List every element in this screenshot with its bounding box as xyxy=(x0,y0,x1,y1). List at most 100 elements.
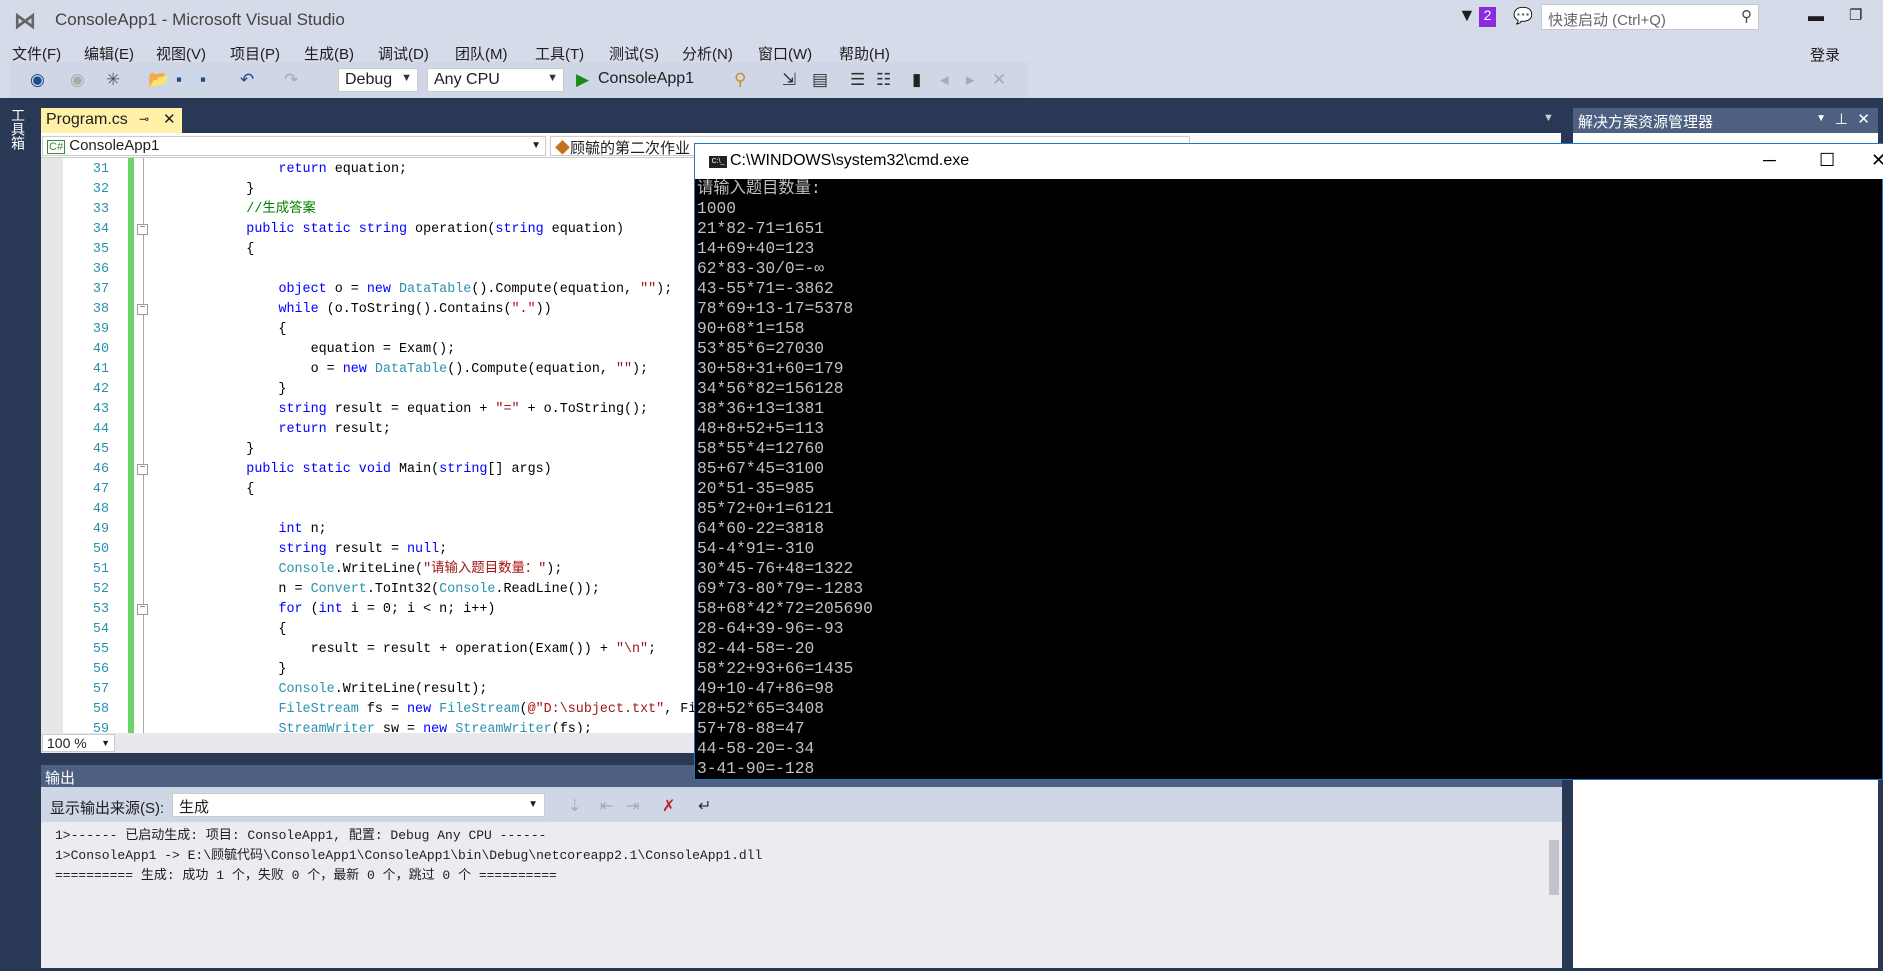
comment-icon[interactable]: ☰ xyxy=(850,70,865,90)
cmd-minimize-button[interactable]: ─ xyxy=(1763,150,1776,171)
code-line[interactable]: 39 { xyxy=(41,320,701,340)
code-line[interactable]: 44 return result; xyxy=(41,420,701,440)
menu-view[interactable]: 视图(V) xyxy=(156,43,206,64)
code-line[interactable]: 55 result = result + operation(Exam()) +… xyxy=(41,640,701,660)
pin-icon[interactable]: ⊸ xyxy=(139,112,149,126)
code-line[interactable]: 53 − for (int i = 0; i < n; i++) xyxy=(41,600,701,620)
code-line[interactable]: 35 { xyxy=(41,240,701,260)
cmd-title-bar[interactable]: C:\_ C:\WINDOWS\system32\cmd.exe ─ ☐ ✕ xyxy=(695,144,1883,179)
menu-window[interactable]: 窗口(W) xyxy=(758,43,812,64)
collapse-icon[interactable]: − xyxy=(137,224,148,235)
collapse-icon[interactable]: − xyxy=(137,604,148,615)
cmd-close-button[interactable]: ✕ xyxy=(1871,150,1883,171)
cmd-maximize-button[interactable]: ☐ xyxy=(1819,150,1835,171)
cmd-console-output[interactable]: 请输入题目数量: 1000 21*82-71=1651 14+69+40=123 62*… xyxy=(695,179,1883,780)
menu-tools[interactable]: 工具(T) xyxy=(535,43,584,64)
back-icon[interactable]: ◉ xyxy=(30,70,45,90)
menu-team[interactable]: 团队(M) xyxy=(455,43,508,64)
redo-icon[interactable]: ↷ xyxy=(284,70,298,90)
feedback-icon[interactable]: 💬 xyxy=(1513,6,1533,26)
cmd-window[interactable]: C:\_ C:\WINDOWS\system32\cmd.exe ─ ☐ ✕ 请… xyxy=(694,143,1883,780)
notification-flag-icon[interactable]: ▼ xyxy=(1458,5,1476,26)
uncomment-icon[interactable]: ☷ xyxy=(876,70,891,90)
code-line[interactable]: 45 } xyxy=(41,440,701,460)
next-bookmark-icon[interactable]: ▸ xyxy=(966,70,975,90)
code-line[interactable]: 49 int n; xyxy=(41,520,701,540)
save-icon[interactable]: ▪ xyxy=(176,70,182,90)
code-token: "\n" xyxy=(615,642,649,657)
menu-help[interactable]: 帮助(H) xyxy=(839,43,890,64)
code-line[interactable]: 52 n = Convert.ToInt32(Console.ReadLine(… xyxy=(41,580,701,600)
menu-analyze[interactable]: 分析(N) xyxy=(682,43,733,64)
next-message-icon[interactable]: ⇥ xyxy=(626,796,639,816)
undo-icon[interactable]: ↶ xyxy=(240,70,254,90)
code-line[interactable]: 43 string result = equation + "=" + o.To… xyxy=(41,400,701,420)
clear-all-icon[interactable]: ✗ xyxy=(662,796,675,816)
code-line[interactable]: 33 //生成答案 xyxy=(41,200,701,220)
code-line[interactable]: 50 string result = null; xyxy=(41,540,701,560)
menu-debug[interactable]: 调试(D) xyxy=(378,43,429,64)
start-button[interactable]: ConsoleApp1 xyxy=(598,70,694,88)
layout-icon[interactable]: ▤ xyxy=(812,70,828,90)
code-line[interactable]: 42 } xyxy=(41,380,701,400)
collapse-icon[interactable]: − xyxy=(137,464,148,475)
close-icon[interactable]: ✕ xyxy=(1857,110,1870,128)
word-wrap-icon[interactable]: ↵ xyxy=(698,796,711,816)
project-dropdown[interactable]: C# ConsoleApp1 ▼ xyxy=(42,136,546,156)
configuration-dropdown[interactable]: Debug ▼ xyxy=(338,68,418,92)
find-in-files-icon[interactable]: ⚲ xyxy=(734,70,746,90)
sign-in-link[interactable]: 登录 xyxy=(1810,44,1840,65)
code-line[interactable]: 54 { xyxy=(41,620,701,640)
code-line[interactable]: 58 FileStream fs = new FileStream(@"D:\s… xyxy=(41,700,701,720)
close-icon[interactable]: ✕ xyxy=(163,110,176,128)
code-line[interactable]: 47 { xyxy=(41,480,701,500)
open-file-icon[interactable]: 📂 xyxy=(148,70,169,90)
output-source-dropdown[interactable]: 生成 ▼ xyxy=(172,793,545,817)
code-text: string result = null; xyxy=(182,540,447,560)
code-line[interactable]: 37 object o = new DataTable().Compute(eq… xyxy=(41,280,701,300)
prev-bookmark-icon[interactable]: ◂ xyxy=(940,70,949,90)
code-line[interactable]: 59 StreamWriter sw = new StreamWriter(fs… xyxy=(41,720,701,733)
menu-project[interactable]: 项目(P) xyxy=(230,43,280,64)
output-text-area[interactable]: 1>------ 已启动生成: 项目: ConsoleApp1, 配置: Deb… xyxy=(41,822,1562,968)
bookmark-icon[interactable]: ▮ xyxy=(912,70,921,90)
code-line[interactable]: 40 equation = Exam(); xyxy=(41,340,701,360)
code-line[interactable]: 41 o = new DataTable().Compute(equation,… xyxy=(41,360,701,380)
tab-program-cs[interactable]: Program.cs ⊸ ✕ xyxy=(41,108,182,133)
clear-bookmarks-icon[interactable]: ✕ xyxy=(992,70,1006,90)
code-line[interactable]: 51 Console.WriteLine("请输入题目数量："); xyxy=(41,560,701,580)
menu-file[interactable]: 文件(F) xyxy=(12,43,61,64)
code-area[interactable]: 31 return equation; 32 } 33 //生成答案 34− publ… xyxy=(41,158,701,733)
platform-dropdown[interactable]: Any CPU ▼ xyxy=(427,68,564,92)
code-line[interactable]: 34 − public static string operation(strin… xyxy=(41,220,701,240)
step-icon[interactable]: ⇲ xyxy=(782,70,796,90)
code-line[interactable]: 46 − public static void Main(string[] arg… xyxy=(41,460,701,480)
find-message-icon[interactable]: ⇣ xyxy=(568,796,581,816)
start-icon[interactable]: ▶ xyxy=(576,70,589,90)
menu-test[interactable]: 测试(S) xyxy=(609,43,659,64)
minimize-button[interactable]: ▬ xyxy=(1808,8,1824,26)
code-line[interactable]: 38 − while (o.ToString().Contains(".")) xyxy=(41,300,701,320)
tab-list-dropdown-icon[interactable]: ▼ xyxy=(1543,112,1554,124)
zoom-dropdown[interactable]: 100 % ▼ xyxy=(42,734,115,752)
restore-button[interactable]: ❐ xyxy=(1849,6,1862,24)
chevron-down-icon[interactable]: ▼ xyxy=(1816,113,1826,124)
code-line[interactable]: 32 } xyxy=(41,180,701,200)
forward-icon[interactable]: ◉ xyxy=(70,70,85,90)
notification-badge[interactable]: 2 xyxy=(1479,7,1496,27)
menu-build[interactable]: 生成(B) xyxy=(304,43,354,64)
menu-edit[interactable]: 编辑(E) xyxy=(84,43,134,64)
code-line[interactable]: 56 } xyxy=(41,660,701,680)
save-all-icon[interactable]: ▪ xyxy=(200,70,206,90)
collapse-icon[interactable]: − xyxy=(137,304,148,315)
new-project-icon[interactable]: ✳ xyxy=(106,70,120,90)
output-scrollbar-thumb[interactable] xyxy=(1549,840,1559,895)
code-line[interactable]: 57 Console.WriteLine(result); xyxy=(41,680,701,700)
code-line[interactable]: 48 xyxy=(41,500,701,520)
code-line[interactable]: 31 return equation; xyxy=(41,160,701,180)
toolbox-tab[interactable]: 工具箱 xyxy=(10,108,28,150)
quick-launch-input[interactable]: 快速启动 (Ctrl+Q) ⚲ xyxy=(1541,4,1759,30)
code-line[interactable]: 36 xyxy=(41,260,701,280)
previous-message-icon[interactable]: ⇤ xyxy=(600,796,613,816)
pin-icon[interactable]: ⊥ xyxy=(1835,110,1848,128)
